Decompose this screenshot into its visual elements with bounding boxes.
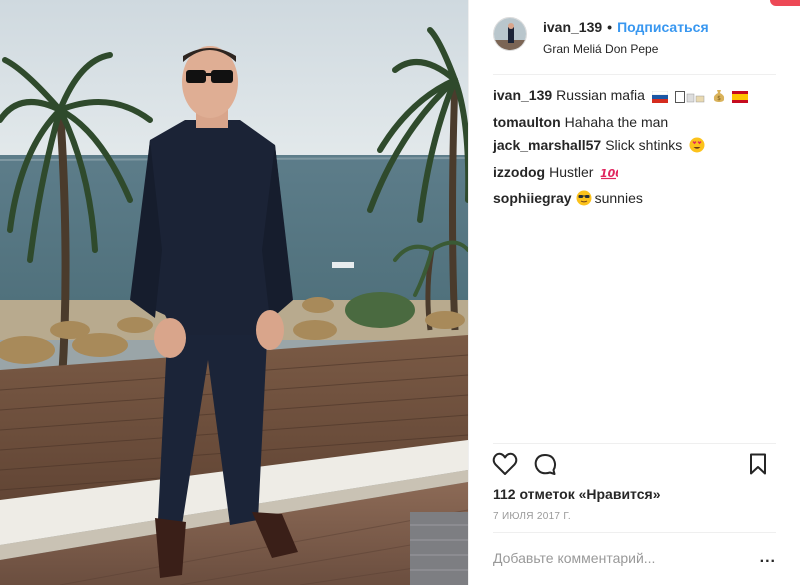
sunglasses-face-icon (576, 190, 592, 210)
actions-divider (493, 443, 776, 444)
comment-text: Hahaha the man (564, 113, 669, 130)
avatar[interactable] (493, 17, 527, 51)
comment-form: ... (493, 532, 776, 582)
photo-illustration (0, 0, 468, 585)
money-bag-icon: $ (712, 89, 726, 107)
flag-spain-icon (732, 89, 749, 107)
comment-item: jack_marshall57 Slick shtinks (493, 136, 780, 157)
likes-count[interactable]: 112 отметок «Нравится» (493, 486, 660, 502)
flag-russia-icon (651, 89, 669, 107)
comment-text: Hustler (549, 163, 594, 180)
comment-text: Slick shtinks (605, 137, 683, 153)
comment-item: izzodogHustler 100 (493, 163, 780, 184)
svg-text:$: $ (717, 95, 721, 102)
comment-text: Russian mafia (556, 87, 645, 103)
comment-username[interactable]: izzodog (493, 164, 545, 180)
comment-item: tomaulton Hahaha the man (493, 113, 780, 131)
comment-username[interactable]: sophiiegray (493, 190, 572, 206)
hundred-points-icon: 100 (600, 166, 623, 184)
location-link[interactable]: Gran Meliá Don Pepe (543, 42, 709, 56)
comment-username[interactable]: tomaulton (493, 114, 561, 130)
comment-text: sunnies (594, 190, 643, 206)
header-divider (493, 74, 776, 75)
comment-button[interactable] (531, 452, 559, 480)
more-options-button[interactable]: ... (760, 549, 776, 567)
like-button[interactable] (491, 452, 519, 480)
heart-eyes-face-icon (689, 137, 705, 157)
comment-item: sophiiegray sunnies (493, 189, 780, 210)
action-bar (491, 452, 772, 480)
post-photo[interactable] (0, 0, 468, 585)
bookmark-icon (749, 453, 767, 480)
speech-bubble-icon (533, 452, 557, 481)
post-date[interactable]: 7 ИЮЛЯ 2017 Г. (493, 511, 571, 522)
notification-badge (770, 0, 800, 6)
follow-button[interactable]: Подписаться (617, 19, 709, 35)
separator-dot: • (607, 19, 613, 35)
fist-bump-icon (674, 89, 705, 107)
comment-item: ivan_139 Russian mafia $ (493, 86, 780, 107)
author-username[interactable]: ivan_139 (543, 19, 602, 35)
post-details-panel: ivan_139 • Подписаться Gran Meliá Don Pe… (468, 0, 800, 585)
comment-username[interactable]: ivan_139 (493, 87, 552, 103)
comment-input[interactable] (493, 549, 760, 566)
save-button[interactable] (744, 452, 772, 480)
heart-icon (492, 452, 518, 481)
comments-list: ivan_139 Russian mafia $ tomaulton Hahaha … (493, 86, 780, 216)
comment-username[interactable]: jack_marshall57 (493, 137, 601, 153)
post-header: ivan_139 • Подписаться Gran Meliá Don Pe… (493, 14, 776, 72)
